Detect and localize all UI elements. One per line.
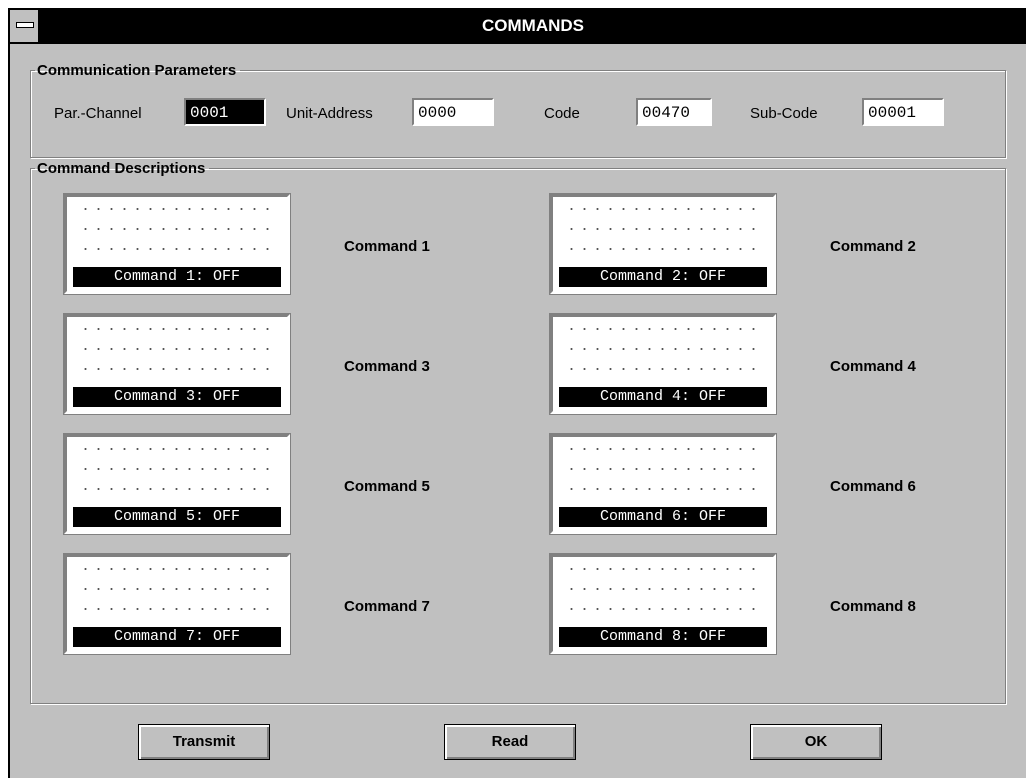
system-menu-button[interactable]: [10, 10, 40, 42]
unit-address-field[interactable]: 0000: [412, 98, 494, 126]
display-dots: [79, 327, 275, 331]
display-dots: [79, 567, 275, 571]
command-8-display[interactable]: Command 8: OFF: [549, 553, 777, 655]
transmit-button[interactable]: Transmit: [138, 724, 270, 760]
command-1-display[interactable]: Command 1: OFF: [63, 193, 291, 295]
communication-parameters-legend: Communication Parameters: [37, 62, 237, 79]
command-4-display[interactable]: Command 4: OFF: [549, 313, 777, 415]
command-5-status: Command 5: OFF: [73, 507, 281, 527]
display-dots: [565, 227, 761, 231]
command-6-display[interactable]: Command 6: OFF: [549, 433, 777, 535]
display-dots: [565, 347, 761, 351]
command-7-label: Command 7: [344, 598, 430, 615]
ok-button[interactable]: OK: [750, 724, 882, 760]
display-dots: [565, 587, 761, 591]
commands-window: COMMANDS Communication Parameters Par.-C…: [8, 8, 1026, 778]
command-descriptions-legend: Command Descriptions: [37, 160, 206, 177]
display-dots: [79, 487, 275, 491]
command-8-label: Command 8: [830, 598, 916, 615]
display-dots: [79, 347, 275, 351]
display-dots: [565, 567, 761, 571]
communication-parameters-group: Communication Parameters: [30, 62, 1006, 158]
display-dots: [79, 467, 275, 471]
command-4-label: Command 4: [830, 358, 916, 375]
command-1-label: Command 1: [344, 238, 430, 255]
system-menu-icon: [16, 22, 34, 28]
window-title: COMMANDS: [482, 16, 584, 35]
command-3-display[interactable]: Command 3: OFF: [63, 313, 291, 415]
display-dots: [565, 207, 761, 211]
command-3-status: Command 3: OFF: [73, 387, 281, 407]
display-dots: [565, 367, 761, 371]
code-field[interactable]: 00470: [636, 98, 712, 126]
display-dots: [565, 447, 761, 451]
display-dots: [79, 587, 275, 591]
display-dots: [565, 607, 761, 611]
command-5-display[interactable]: Command 5: OFF: [63, 433, 291, 535]
command-7-display[interactable]: Command 7: OFF: [63, 553, 291, 655]
sub-code-field[interactable]: 00001: [862, 98, 944, 126]
command-6-status: Command 6: OFF: [559, 507, 767, 527]
command-3-label: Command 3: [344, 358, 430, 375]
unit-address-label: Unit-Address: [286, 105, 373, 122]
read-button[interactable]: Read: [444, 724, 576, 760]
command-6-label: Command 6: [830, 478, 916, 495]
display-dots: [565, 327, 761, 331]
code-label: Code: [544, 105, 580, 122]
display-dots: [79, 367, 275, 371]
command-1-status: Command 1: OFF: [73, 267, 281, 287]
display-dots: [565, 487, 761, 491]
display-dots: [79, 207, 275, 211]
display-dots: [79, 607, 275, 611]
display-dots: [565, 247, 761, 251]
command-2-status: Command 2: OFF: [559, 267, 767, 287]
title-bar: COMMANDS: [10, 10, 1026, 44]
display-dots: [79, 227, 275, 231]
display-dots: [79, 247, 275, 251]
par-channel-field[interactable]: 0001: [184, 98, 266, 126]
display-dots: [565, 467, 761, 471]
display-dots: [79, 447, 275, 451]
command-2-label: Command 2: [830, 238, 916, 255]
command-7-status: Command 7: OFF: [73, 627, 281, 647]
command-8-status: Command 8: OFF: [559, 627, 767, 647]
command-5-label: Command 5: [344, 478, 430, 495]
sub-code-label: Sub-Code: [750, 105, 818, 122]
command-4-status: Command 4: OFF: [559, 387, 767, 407]
par-channel-label: Par.-Channel: [54, 105, 142, 122]
command-2-display[interactable]: Command 2: OFF: [549, 193, 777, 295]
